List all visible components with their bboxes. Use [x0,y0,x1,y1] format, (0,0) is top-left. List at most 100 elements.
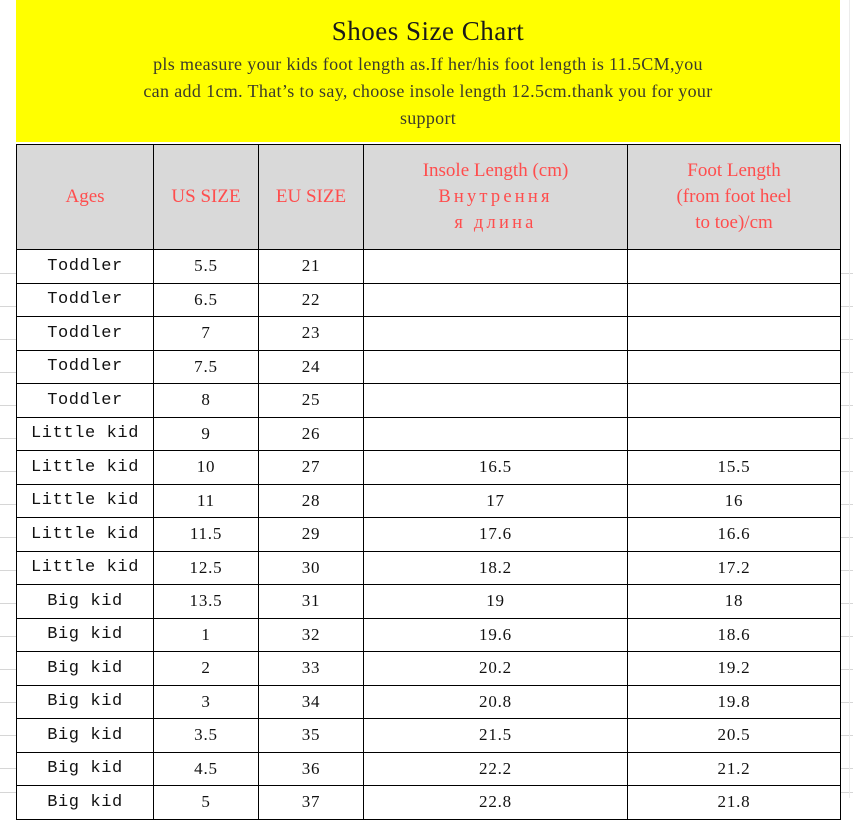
cell-insole-length: 18.2 [363,550,628,585]
cell-ages: Big kid [16,651,154,686]
table-row: Toddler 5.5 21 [16,249,841,284]
cell-us-size: 5.5 [153,249,259,284]
cell-eu-size: 34 [258,684,364,719]
header-row: Ages US SIZE EU SIZE Insole Length (cm) … [16,144,841,250]
cell-insole-length: 17 [363,483,628,518]
table-row: Big kid 5 37 22.8 21.8 [16,785,841,820]
table-row: Little kid 12.5 30 18.2 17.2 [16,550,841,585]
column-header-insole-line-3: я длина [454,213,537,233]
cell-ages: Toddler [16,249,154,284]
cell-us-size: 1 [153,617,259,652]
cell-eu-size: 35 [258,718,364,753]
column-header-us-size: US SIZE [153,144,259,250]
cell-foot-length: 20.5 [627,718,841,753]
cell-ages: Little kid [16,517,154,552]
cell-insole-length: 16.5 [363,450,628,485]
cell-eu-size: 33 [258,651,364,686]
cell-ages: Big kid [16,718,154,753]
cell-us-size: 7 [153,316,259,351]
cell-eu-size: 26 [258,416,364,451]
cell-ages: Little kid [16,550,154,585]
cell-insole-length: 20.8 [363,684,628,719]
cell-foot-length [627,416,841,451]
cell-ages: Toddler [16,383,154,418]
cell-eu-size: 23 [258,316,364,351]
cell-foot-length: 18 [627,584,841,619]
cell-foot-length [627,282,841,317]
size-chart-table: Ages US SIZE EU SIZE Insole Length (cm) … [16,144,841,820]
cell-eu-size: 29 [258,517,364,552]
cell-ages: Big kid [16,584,154,619]
table-row: Big kid 2 33 20.2 19.2 [16,651,841,686]
cell-insole-length [363,383,628,418]
cell-eu-size: 32 [258,617,364,652]
column-header-foot-length: Foot Length (from foot heel to toe)/cm [627,144,841,250]
cell-us-size: 11.5 [153,517,259,552]
cell-foot-length: 19.2 [627,651,841,686]
banner-description: pls measure your kids foot length as.If … [16,46,840,132]
cell-us-size: 7.5 [153,349,259,384]
column-header-eu-size-label: EU SIZE [275,186,347,207]
banner-description-line-1: pls measure your kids foot length as.If … [153,54,703,74]
cell-us-size: 11 [153,483,259,518]
table-row: Big kid 3 34 20.8 19.8 [16,684,841,719]
banner-description-line-3: support [399,108,457,128]
banner-description-line-2: can add 1cm. That’s to say, choose insol… [143,81,713,101]
cell-eu-size: 21 [258,249,364,284]
table-row: Big kid 13.5 31 19 18 [16,584,841,619]
table-row: Little kid 9 26 [16,416,841,451]
table-header: Ages US SIZE EU SIZE Insole Length (cm) … [16,144,841,250]
table-body: Toddler 5.5 21 Toddler 6.5 22 Toddler 7 23 Toddle… [16,249,841,820]
column-header-eu-size: EU SIZE [258,144,364,250]
cell-insole-length: 22.8 [363,785,628,820]
size-chart-table-wrapper: Ages US SIZE EU SIZE Insole Length (cm) … [16,144,841,820]
cell-us-size: 8 [153,383,259,418]
cell-foot-length [627,249,841,284]
cell-insole-length [363,416,628,451]
cell-us-size: 13.5 [153,584,259,619]
cell-insole-length [363,249,628,284]
cell-eu-size: 22 [258,282,364,317]
background-gridline-vertical [849,0,850,798]
cell-eu-size: 36 [258,751,364,786]
column-header-ages-label: Ages [65,186,105,207]
table-row: Toddler 8 25 [16,383,841,418]
cell-insole-length: 19.6 [363,617,628,652]
cell-us-size: 4.5 [153,751,259,786]
column-header-foot-line-2: (from foot heel [676,186,792,207]
cell-eu-size: 30 [258,550,364,585]
banner: Shoes Size Chart pls measure your kids f… [16,0,840,142]
cell-ages: Toddler [16,282,154,317]
cell-insole-length: 19 [363,584,628,619]
cell-eu-size: 24 [258,349,364,384]
cell-foot-length [627,383,841,418]
cell-eu-size: 31 [258,584,364,619]
cell-ages: Big kid [16,617,154,652]
table-row: Toddler 7 23 [16,316,841,351]
cell-insole-length: 17.6 [363,517,628,552]
cell-us-size: 10 [153,450,259,485]
cell-insole-length [363,349,628,384]
cell-insole-length [363,316,628,351]
cell-us-size: 3.5 [153,718,259,753]
cell-foot-length: 21.2 [627,751,841,786]
cell-foot-length: 19.8 [627,684,841,719]
cell-ages: Little kid [16,416,154,451]
cell-foot-length: 18.6 [627,617,841,652]
cell-ages: Little kid [16,450,154,485]
table-row: Toddler 7.5 24 [16,349,841,384]
cell-foot-length: 16.6 [627,517,841,552]
cell-foot-length [627,316,841,351]
cell-foot-length: 15.5 [627,450,841,485]
column-header-us-size-label: US SIZE [171,186,241,207]
cell-ages: Big kid [16,785,154,820]
cell-ages: Toddler [16,316,154,351]
cell-foot-length: 17.2 [627,550,841,585]
page-title: Shoes Size Chart [331,16,525,46]
cell-foot-length [627,349,841,384]
cell-eu-size: 27 [258,450,364,485]
column-header-ages: Ages [16,144,154,250]
cell-eu-size: 28 [258,483,364,518]
table-row: Little kid 11.5 29 17.6 16.6 [16,517,841,552]
cell-us-size: 6.5 [153,282,259,317]
